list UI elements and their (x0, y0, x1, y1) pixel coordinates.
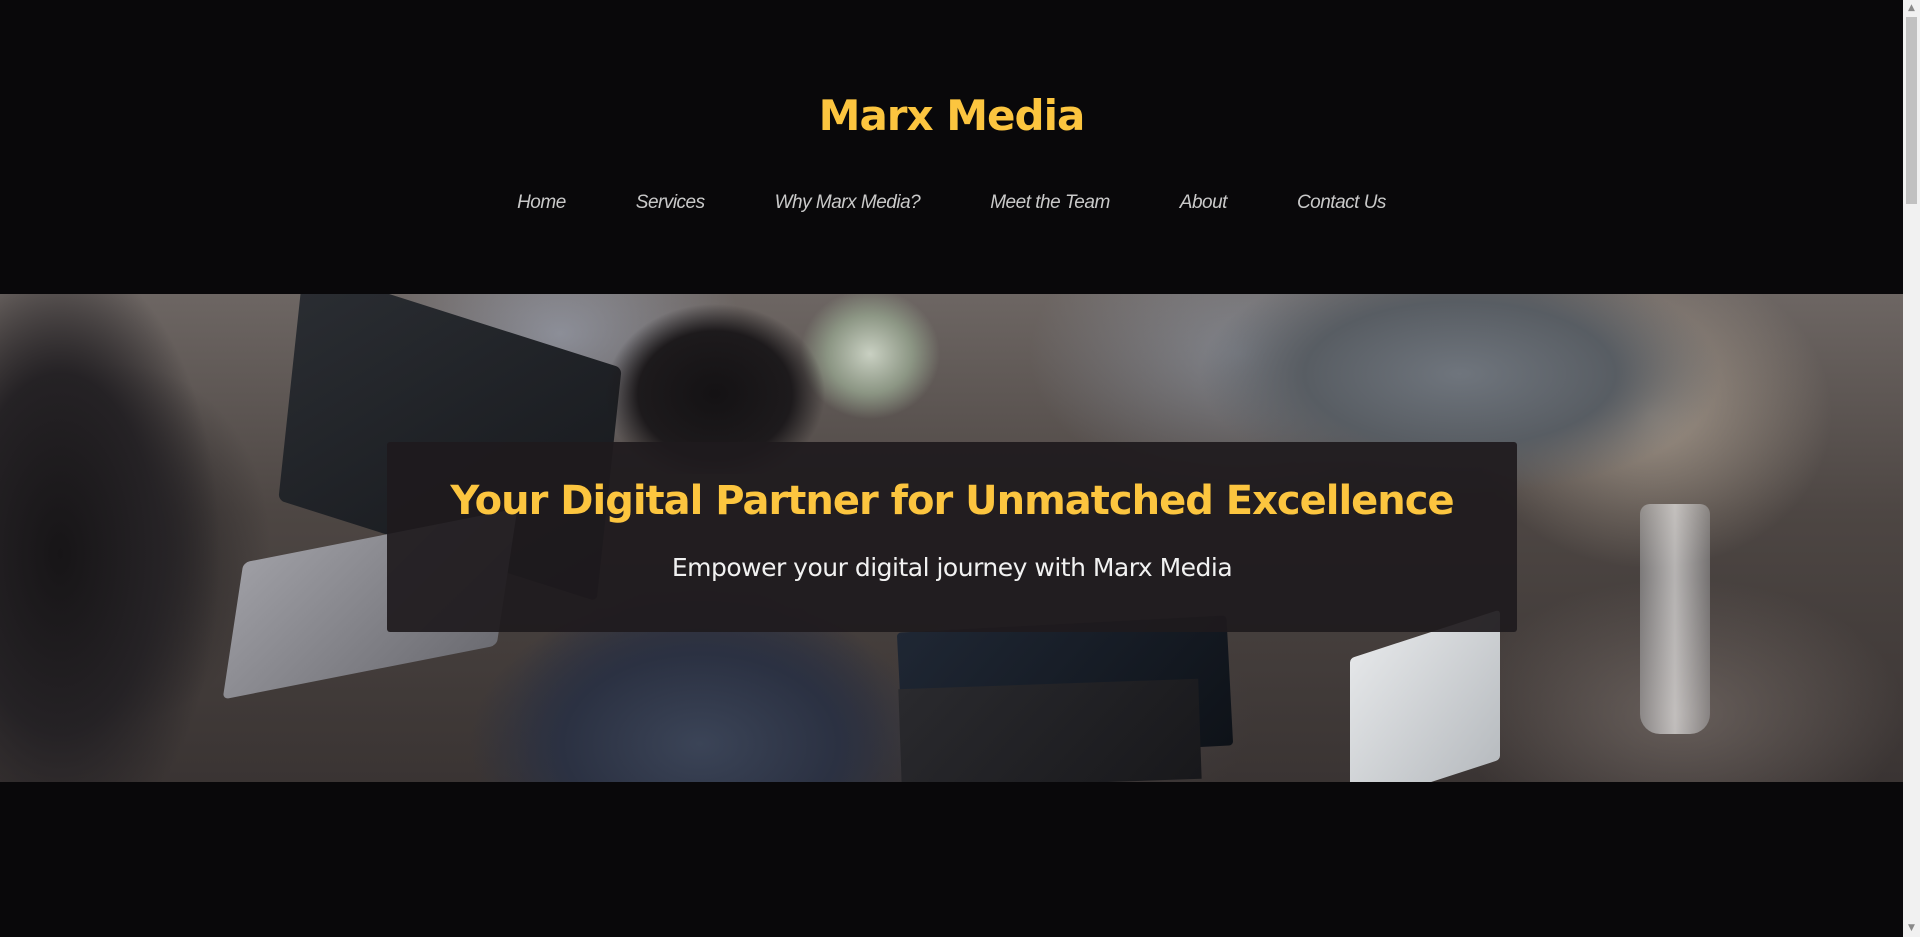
nav-link-home[interactable]: Home (482, 186, 601, 220)
hero-title: Your Digital Partner for Unmatched Excel… (450, 478, 1454, 524)
page-scrollbar[interactable]: ▲ ▼ (1903, 0, 1920, 937)
nav-link-contact-us[interactable]: Contact Us (1262, 186, 1421, 220)
site-title[interactable]: Marx Media (0, 88, 1903, 144)
hero-photo-laptop-right (1350, 609, 1500, 782)
scrollbar-thumb[interactable] (1906, 17, 1917, 204)
nav-link-meet-the-team[interactable]: Meet the Team (955, 186, 1145, 220)
page: Marx Media Home Services Why Marx Media?… (0, 0, 1920, 937)
hero-photo-glass (1640, 504, 1710, 734)
nav-link-services[interactable]: Services (601, 186, 740, 220)
main-nav: Home Services Why Marx Media? Meet the T… (0, 186, 1903, 220)
site-header: Marx Media Home Services Why Marx Media?… (0, 0, 1903, 294)
hero-photo-person-left (0, 294, 240, 782)
scroll-down-arrow-icon[interactable]: ▼ (1903, 920, 1920, 937)
hero-section: Your Digital Partner for Unmatched Excel… (0, 294, 1903, 782)
nav-link-why-marx-media[interactable]: Why Marx Media? (740, 186, 956, 220)
hero-card: Your Digital Partner for Unmatched Excel… (387, 442, 1517, 632)
nav-link-about[interactable]: About (1145, 186, 1262, 220)
hero-photo-keyboard-center (898, 678, 1202, 782)
hero-subtitle: Empower your digital journey with Marx M… (671, 553, 1233, 582)
scroll-up-arrow-icon[interactable]: ▲ (1903, 0, 1920, 17)
